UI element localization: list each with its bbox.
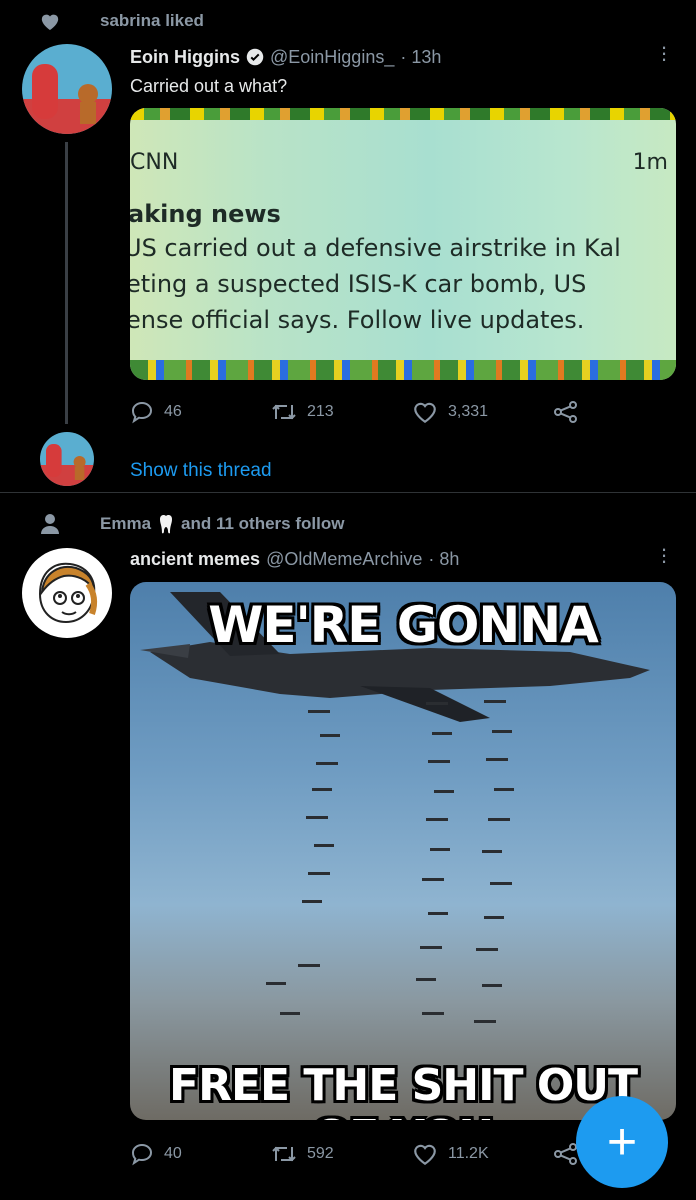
like-count: 3,331 xyxy=(448,403,489,420)
image-border-top xyxy=(130,108,676,120)
person-icon xyxy=(0,513,100,535)
meme-image[interactable]: WE'RE GONNA FREE THE SHIT OUT OF YOU xyxy=(130,582,676,1120)
meme-top-text: WE'RE GONNA xyxy=(208,596,599,654)
tweet-image[interactable]: CNN 1m aking news US carried out a defen… xyxy=(130,108,676,380)
share-button[interactable] xyxy=(553,400,589,424)
reply-button[interactable]: 46 xyxy=(130,400,271,424)
bomber-illustration xyxy=(140,592,650,1023)
avatar[interactable] xyxy=(22,548,112,638)
reply-icon xyxy=(131,1143,153,1166)
reply-button[interactable]: 40 xyxy=(130,1142,271,1166)
embed-line: US carried out a defensive airstrike in … xyxy=(130,234,621,262)
follow-context-name: Emma xyxy=(100,514,152,533)
author-handle[interactable]: @EoinHiggins_ xyxy=(270,47,394,68)
embed-age: 1m xyxy=(632,150,668,175)
retweet-count: 213 xyxy=(307,403,334,420)
embed-source: CNN xyxy=(130,150,179,175)
tweet-actions: 40 592 11.2K xyxy=(130,1142,589,1166)
social-context-liked: sabrina liked xyxy=(0,8,204,34)
avatar-small[interactable] xyxy=(40,432,94,486)
like-count: 11.2K xyxy=(448,1145,489,1162)
tweet-time[interactable]: · 8h xyxy=(428,549,459,570)
author-name[interactable]: Eoin Higgins xyxy=(130,47,240,68)
heart-icon xyxy=(0,11,100,31)
tweet-header: Eoin Higgins @EoinHiggins_ · 13h xyxy=(130,44,441,70)
embed-line: ense official says. Follow live updates. xyxy=(130,306,585,334)
tweet-header: ancient memes @OldMemeArchive · 8h xyxy=(130,546,459,572)
tooth-emoji-icon xyxy=(159,514,173,534)
follow-context-suffix: and 11 others follow xyxy=(181,514,345,533)
retweet-icon xyxy=(272,1146,296,1162)
reply-count: 46 xyxy=(164,403,182,420)
retweet-count: 592 xyxy=(307,1145,334,1162)
image-border-bottom xyxy=(130,360,676,380)
retweet-button[interactable]: 592 xyxy=(271,1142,412,1166)
share-icon xyxy=(554,1143,577,1165)
tweet-actions: 46 213 3,331 xyxy=(130,400,589,424)
share-icon xyxy=(554,401,577,423)
retweet-icon xyxy=(272,404,296,420)
author-handle[interactable]: @OldMemeArchive xyxy=(266,549,422,570)
embed-line: eting a suspected ISIS-K car bomb, US xyxy=(130,270,587,298)
heart-outline-icon xyxy=(414,1144,436,1166)
thread-line xyxy=(65,142,68,424)
show-thread-link[interactable]: Show this thread xyxy=(130,460,272,482)
more-options-icon[interactable]: · · · xyxy=(660,538,668,572)
social-context-follow: Emma and 11 others follow xyxy=(0,511,344,537)
heart-outline-icon xyxy=(414,402,436,424)
reply-count: 40 xyxy=(164,1145,182,1162)
tweet-text: Carried out a what? xyxy=(130,76,288,96)
author-name[interactable]: ancient memes xyxy=(130,549,260,570)
tweet-time[interactable]: · 13h xyxy=(400,47,441,68)
like-button[interactable]: 3,331 xyxy=(412,400,553,424)
like-button[interactable]: 11.2K xyxy=(412,1142,553,1166)
embed-heading: aking news xyxy=(130,200,281,228)
more-options-icon[interactable]: · · · xyxy=(660,36,668,70)
social-context-text: sabrina liked xyxy=(100,11,204,30)
compose-tweet-button[interactable]: + xyxy=(576,1096,668,1188)
divider xyxy=(0,492,696,493)
plus-icon: + xyxy=(606,1113,638,1171)
retweet-button[interactable]: 213 xyxy=(271,400,412,424)
avatar[interactable] xyxy=(22,44,112,134)
reply-icon xyxy=(131,401,153,424)
verified-badge-icon xyxy=(246,48,264,66)
